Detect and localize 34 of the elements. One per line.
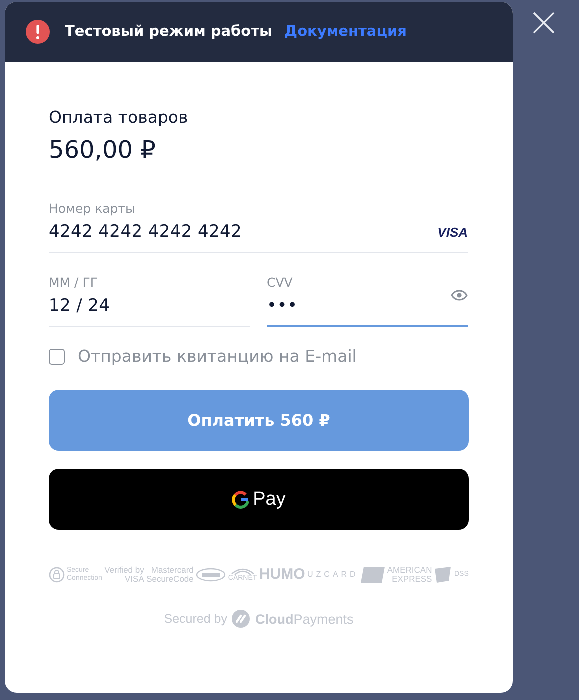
g-logo-icon xyxy=(232,490,250,508)
card-logo-icon xyxy=(361,567,386,583)
field-value: ••• xyxy=(267,296,298,316)
cloud-logo-icon xyxy=(232,610,250,628)
payment-amount: 560,00 ₽ xyxy=(49,136,157,164)
field-label: ММ / ГГ xyxy=(49,275,99,290)
field-value: 12 / 24 xyxy=(49,296,110,316)
card-brand-logo: VISA xyxy=(438,224,468,240)
brand-name: CloudPayments xyxy=(255,612,354,626)
secured-by-text: Secured by xyxy=(164,612,228,626)
badge-text: Mastercard SecureCode xyxy=(146,566,194,584)
arc-logo-icon xyxy=(230,567,255,575)
badge-text: AMERICAN EXPRESS xyxy=(387,566,432,584)
input-field[interactable]: ММ / ГГ 12 / 24 xyxy=(49,275,250,327)
banner-title: Тестовый режим работы xyxy=(65,24,273,40)
field-label: Номер карты xyxy=(49,201,136,216)
field-value: 4242 4242 4242 4242 xyxy=(49,222,242,242)
badge-text: Verified by VISA xyxy=(104,566,144,584)
input-field[interactable]: Номер карты 4242 4242 4242 4242 VISA xyxy=(49,201,468,253)
input-field[interactable]: CVV ••• xyxy=(267,275,468,327)
payment-title: Оплата товаров xyxy=(49,108,190,127)
eye-icon[interactable] xyxy=(451,290,468,300)
checkbox[interactable] xyxy=(49,348,65,364)
badge-text: UZCARD xyxy=(308,571,359,579)
google-pay-button[interactable]: Pay xyxy=(49,469,469,530)
badge-text: HUMO xyxy=(259,571,306,579)
field-label: CVV xyxy=(267,275,294,290)
shield-logo-icon xyxy=(434,567,452,583)
documentation-link[interactable]: Документация xyxy=(284,24,407,40)
alert-icon xyxy=(25,19,51,45)
close-icon[interactable] xyxy=(533,12,555,34)
oval-logo-icon xyxy=(196,568,226,582)
checkbox-label: Отправить квитанцию на E-mail xyxy=(78,347,357,366)
lock-icon xyxy=(49,567,65,583)
